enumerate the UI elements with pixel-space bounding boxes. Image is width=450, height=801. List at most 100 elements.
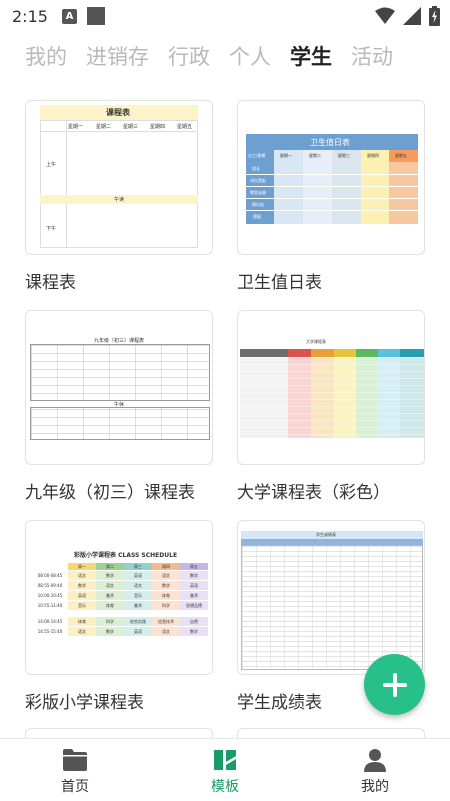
thumb-title: 大学课程表 bbox=[306, 339, 326, 344]
template-thumbnail[interactable]: 课程表 星期一 星期二 星期三 星期四 星期五 上午 午读 下午 bbox=[25, 100, 213, 255]
thumb-day: 星期一 bbox=[68, 124, 84, 130]
thumb-head: 星期五 bbox=[395, 153, 407, 158]
tab-personal[interactable]: 个人 bbox=[229, 41, 271, 71]
nav-templates[interactable]: 模板 bbox=[150, 739, 300, 801]
template-label[interactable]: 卫生值日表 bbox=[237, 268, 425, 293]
thumb-line bbox=[246, 174, 418, 175]
thumb-line bbox=[66, 120, 67, 248]
thumb-cell: 数学 bbox=[68, 581, 96, 591]
tab-student[interactable]: 学生 bbox=[290, 41, 332, 71]
template-thumbnail[interactable]: 彩版小学课程表 CLASS SCHEDULE 周一 周二 周三 周四 周五 08:00-0… bbox=[25, 520, 213, 675]
thumb-day: 星期五 bbox=[177, 124, 193, 130]
thumb-cell: 数学 bbox=[96, 627, 124, 637]
thumb-head-cell bbox=[288, 349, 311, 357]
status-time: 2:15 bbox=[12, 6, 48, 26]
plus-icon bbox=[382, 672, 407, 697]
thumb-col bbox=[361, 150, 389, 224]
thumb-table bbox=[40, 120, 198, 248]
folder-icon bbox=[63, 749, 87, 771]
thumb-cell: 自然 bbox=[180, 617, 208, 627]
person-icon bbox=[364, 749, 386, 772]
nav-mine[interactable]: 我的 bbox=[300, 739, 450, 801]
thumb-head: 分工/星期 bbox=[248, 153, 266, 158]
battery-icon bbox=[429, 6, 440, 26]
thumb-cell: 美术 bbox=[96, 591, 124, 601]
thumb-cell: 数学 bbox=[180, 571, 208, 581]
thumb-cell: 周四 bbox=[152, 563, 180, 571]
thumb-table bbox=[30, 344, 210, 440]
template-label[interactable]: 彩版小学课程表 bbox=[25, 688, 213, 713]
thumb-row: 08:55-09:40 数学 语文 语文 数学 英语 bbox=[32, 581, 208, 591]
thumb-cell: 10:00-10:45 bbox=[32, 591, 68, 601]
thumb-row: 10:00-10:45 英语 美术 音乐 体育 美术 bbox=[32, 591, 208, 601]
thumb-head-row: 周一 周二 周三 周四 周五 bbox=[32, 563, 208, 571]
thumb-cell: 语文 bbox=[124, 581, 152, 591]
thumb-table: 周一 周二 周三 周四 周五 08:00-08:45 语文 数学 英语 语文 数学 08:55-09:… bbox=[32, 563, 208, 637]
thumb-cell: 科学 bbox=[152, 601, 180, 611]
category-tabs: 我的 进销存 行政 个人 学生 活动 bbox=[0, 38, 450, 74]
thumb-line bbox=[246, 210, 418, 211]
thumb-cell: 英语 bbox=[180, 581, 208, 591]
thumb-head: 星期三 bbox=[338, 153, 350, 158]
thumb-cell bbox=[32, 563, 68, 571]
thumb-cell: 周一 bbox=[68, 563, 96, 571]
thumb-cell: 14:00-14:45 bbox=[32, 617, 68, 627]
template-thumbnail[interactable]: 九年级（初三）课程表 午休 bbox=[25, 310, 213, 465]
template-thumbnail[interactable]: 学生成绩表 bbox=[237, 520, 425, 675]
thumb-cell: 10:55-11:40 bbox=[32, 601, 68, 611]
thumb-cell: 体育 bbox=[152, 591, 180, 601]
thumb-cell: 语文 bbox=[68, 571, 96, 581]
nav-templates-label: 模板 bbox=[211, 779, 239, 795]
thumb-row: 擦窗 bbox=[253, 214, 261, 219]
template-card[interactable]: 大学课程表 大学课程表（彩色） bbox=[237, 310, 425, 503]
thumb-cell: 周二 bbox=[96, 563, 124, 571]
status-bar: 2:15 A bbox=[0, 0, 450, 32]
tab-activity[interactable]: 活动 bbox=[351, 41, 393, 71]
thumb-cell: 信息技术 bbox=[152, 617, 180, 627]
thumb-cell: 08:00-08:45 bbox=[32, 571, 68, 581]
thumb-title: 课程表 bbox=[106, 108, 130, 117]
thumb-cell: 周五 bbox=[180, 563, 208, 571]
thumb-cell: 英语 bbox=[124, 571, 152, 581]
nav-home-label: 首页 bbox=[61, 779, 89, 795]
thumb-title: 九年级（初三）课程表 bbox=[94, 338, 145, 344]
template-thumbnail[interactable]: 卫生值日表 分工/星期 星期一 星期二 星期三 星期四 星期五 组长 讲台黑板 … bbox=[237, 100, 425, 255]
thumb-cell: 数学 bbox=[152, 581, 180, 591]
add-template-button[interactable] bbox=[364, 654, 425, 715]
template-thumbnail[interactable]: 大学课程表 bbox=[237, 310, 425, 465]
thumb-row: 组长 bbox=[252, 166, 260, 171]
thumb-row-label: 下午 bbox=[46, 226, 57, 232]
status-icons bbox=[375, 6, 440, 26]
thumb-grid bbox=[241, 545, 423, 670]
thumb-cell: 音乐 bbox=[68, 601, 96, 611]
thumb-cell: 语文 bbox=[96, 581, 124, 591]
bottom-nav: 首页 模板 我的 bbox=[0, 738, 450, 801]
thumb-row: 讲台黑板 bbox=[250, 178, 266, 183]
nav-home[interactable]: 首页 bbox=[0, 739, 150, 801]
template-card[interactable]: 卫生值日表 分工/星期 星期一 星期二 星期三 星期四 星期五 组长 讲台黑板 … bbox=[237, 100, 425, 293]
thumb-cell: 美术 bbox=[124, 601, 152, 611]
thumb-day: 星期二 bbox=[96, 124, 112, 130]
template-label[interactable]: 大学课程表（彩色） bbox=[237, 478, 425, 503]
thumb-grid bbox=[240, 357, 424, 438]
thumb-cell: 数学 bbox=[96, 571, 124, 581]
template-label[interactable]: 九年级（初三）课程表 bbox=[25, 478, 213, 503]
thumb-cell: 音乐 bbox=[124, 591, 152, 601]
template-card[interactable]: 课程表 星期一 星期二 星期三 星期四 星期五 上午 午读 下午 课程表 bbox=[25, 100, 213, 293]
thumb-cell: 英语 bbox=[68, 591, 96, 601]
template-card[interactable]: 彩版小学课程表 CLASS SCHEDULE 周一 周二 周三 周四 周五 08:00-0… bbox=[25, 520, 213, 713]
thumb-title: 卫生值日表 bbox=[310, 138, 350, 147]
thumb-cell: 语文 bbox=[152, 571, 180, 581]
thumb-head: 星期二 bbox=[309, 153, 321, 158]
template-label[interactable]: 课程表 bbox=[25, 268, 213, 293]
thumb-cell: 数学 bbox=[180, 627, 208, 637]
thumb-row: 10:55-11:40 音乐 体育 美术 科学 思想品德 bbox=[32, 601, 208, 611]
tab-mine[interactable]: 我的 bbox=[25, 41, 67, 71]
notification-a-icon: A bbox=[61, 8, 77, 24]
thumb-cell: 语文 bbox=[152, 627, 180, 637]
tab-admin[interactable]: 行政 bbox=[168, 41, 210, 71]
thumb-head-cell bbox=[378, 349, 400, 357]
thumb-title: 学生成绩表 bbox=[316, 532, 336, 537]
template-card[interactable]: 九年级（初三）课程表 午休 九年级（初三）课程表 bbox=[25, 310, 213, 503]
tab-inventory[interactable]: 进销存 bbox=[86, 41, 149, 71]
